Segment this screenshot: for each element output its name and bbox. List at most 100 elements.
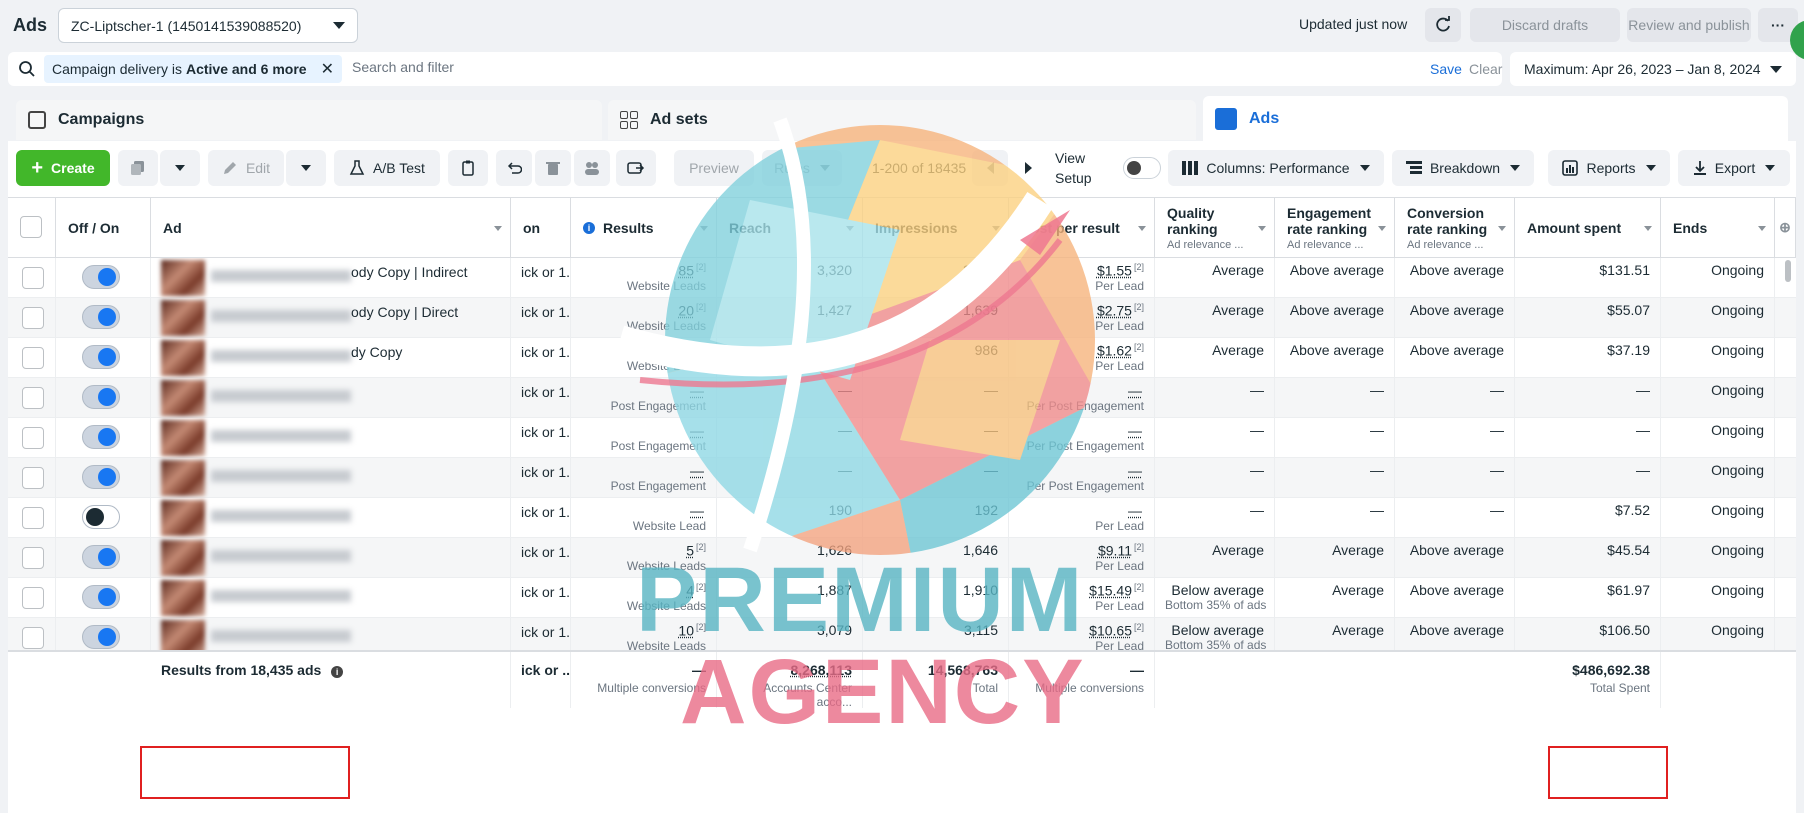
column-header-ends[interactable]: Ends <box>1661 198 1775 258</box>
account-select[interactable]: ZC-Liptscher-1 (1450141539088520) <box>58 8 358 43</box>
cpr-value[interactable]: $2.75 <box>1097 303 1132 319</box>
results-value[interactable]: — <box>690 423 704 439</box>
tab-campaigns[interactable]: Campaigns <box>16 100 602 140</box>
ab-test-button[interactable]: A/B Test <box>334 150 440 186</box>
rules-button[interactable]: Rules <box>762 150 842 186</box>
ad-toggle[interactable] <box>82 305 120 329</box>
ad-name-cell[interactable] <box>151 578 511 618</box>
filter-chip-campaign-delivery[interactable]: Campaign delivery is Active and 6 more ✕ <box>44 55 342 83</box>
column-header-conversion-ranking[interactable]: Conversion rate ranking Ad relevance ... <box>1395 198 1515 258</box>
ad-name-cell[interactable] <box>151 498 511 538</box>
next-page-button[interactable] <box>1010 150 1046 186</box>
duplicate-dropdown[interactable] <box>160 150 200 186</box>
table-row[interactable]: ick or 1...—Post Engagement———Per Post E… <box>8 418 1796 458</box>
column-header-engagement-ranking[interactable]: Engagement rate ranking Ad relevance ... <box>1275 198 1395 258</box>
ad-toggle[interactable] <box>82 265 120 289</box>
review-publish-button[interactable]: Review and publish <box>1627 8 1751 42</box>
select-all-checkbox[interactable] <box>20 216 42 238</box>
results-value[interactable]: 85 <box>678 263 694 279</box>
clipboard-button[interactable] <box>448 150 488 186</box>
reports-button[interactable]: Reports <box>1548 150 1670 186</box>
ad-name-cell[interactable] <box>151 378 511 418</box>
row-checkbox[interactable] <box>22 347 44 369</box>
breakdown-button[interactable]: Breakdown <box>1392 150 1534 186</box>
vertical-scrollbar[interactable] <box>1785 260 1791 282</box>
column-header-amount-spent[interactable]: Amount spent <box>1515 198 1661 258</box>
duplicate-button[interactable] <box>118 150 158 186</box>
save-filter-link[interactable]: Save <box>1430 61 1462 77</box>
column-header-results[interactable]: i Results <box>571 198 717 258</box>
row-checkbox[interactable] <box>22 507 44 529</box>
refresh-button[interactable] <box>1425 8 1461 42</box>
prev-page-button[interactable] <box>972 150 1008 186</box>
date-range-picker[interactable]: Maximum: Apr 26, 2023 – Jan 8, 2024 <box>1510 52 1796 86</box>
column-header-reach[interactable]: Reach <box>717 198 863 258</box>
ad-toggle[interactable] <box>82 465 120 489</box>
results-value[interactable]: 20 <box>678 303 694 319</box>
ad-toggle[interactable] <box>82 425 120 449</box>
table-row[interactable]: ody Copy | Directick or 1...20[2]Website… <box>8 298 1796 338</box>
cpr-value[interactable]: — <box>1128 383 1142 399</box>
delete-button[interactable] <box>535 150 571 186</box>
info-icon[interactable]: i <box>331 666 344 678</box>
row-checkbox[interactable] <box>22 587 44 609</box>
row-checkbox[interactable] <box>22 307 44 329</box>
cpr-value[interactable]: — <box>1128 503 1142 519</box>
columns-button[interactable]: Columns: Performance <box>1168 150 1384 186</box>
cpr-value[interactable]: $1.55 <box>1097 263 1132 279</box>
table-row[interactable]: dy Copyick or 1...23[2]Website Leads8879… <box>8 338 1796 378</box>
create-button[interactable]: + Create <box>16 150 110 186</box>
edit-dropdown[interactable] <box>286 150 326 186</box>
row-checkbox[interactable] <box>22 427 44 449</box>
row-checkbox[interactable] <box>22 387 44 409</box>
view-setup-toggle[interactable] <box>1123 157 1161 179</box>
cpr-value[interactable]: $1.62 <box>1097 343 1132 359</box>
row-checkbox[interactable] <box>22 467 44 489</box>
ad-toggle[interactable] <box>82 625 120 649</box>
table-row[interactable]: ody Copy | Indirectick or 1...85[2]Websi… <box>8 258 1796 298</box>
cpr-value[interactable]: $15.49 <box>1089 583 1132 599</box>
ad-name-cell[interactable]: ody Copy | Indirect <box>151 258 511 298</box>
close-icon[interactable]: ✕ <box>321 59 334 79</box>
ad-name-cell[interactable] <box>151 458 511 498</box>
cpr-value[interactable]: — <box>1128 423 1142 439</box>
preview-button[interactable]: Preview <box>674 150 754 186</box>
cpr-value[interactable]: — <box>1128 463 1142 479</box>
cpr-value[interactable]: $10.65 <box>1089 623 1132 639</box>
ad-name-cell[interactable] <box>151 418 511 458</box>
row-checkbox[interactable] <box>22 267 44 289</box>
column-header-quality-ranking[interactable]: Quality ranking Ad relevance ... <box>1155 198 1275 258</box>
table-row[interactable]: ick or 1...—Website Lead190192—Per Lead—… <box>8 498 1796 538</box>
ad-toggle[interactable] <box>82 505 120 529</box>
ad-name-cell[interactable]: dy Copy <box>151 338 511 378</box>
cpr-value[interactable]: $9.11 <box>1098 543 1132 559</box>
table-row[interactable]: ick or 1...—Post Engagement———Per Post E… <box>8 458 1796 498</box>
results-value[interactable]: — <box>690 503 704 519</box>
audience-button[interactable] <box>574 150 610 186</box>
tab-adsets[interactable]: Ad sets <box>608 100 1196 140</box>
share-button[interactable] <box>616 150 656 186</box>
results-value[interactable]: 23 <box>678 343 694 359</box>
edit-button[interactable]: Edit <box>208 150 284 186</box>
ad-name-cell[interactable]: ody Copy | Direct <box>151 298 511 338</box>
results-value[interactable]: — <box>690 383 704 399</box>
tab-ads[interactable]: Ads <box>1203 96 1788 142</box>
undo-button[interactable] <box>496 150 532 186</box>
row-checkbox[interactable] <box>22 627 44 649</box>
ad-toggle[interactable] <box>82 345 120 369</box>
discard-drafts-button[interactable]: Discard drafts <box>1470 8 1620 42</box>
ad-name-cell[interactable] <box>151 538 511 578</box>
clear-filter-link[interactable]: Clear <box>1469 61 1502 77</box>
search-input[interactable] <box>352 59 1052 75</box>
column-header-offon[interactable]: Off / On <box>56 198 151 258</box>
table-row[interactable]: ick or 1...—Post Engagement———Per Post E… <box>8 378 1796 418</box>
column-header-attribution[interactable]: on <box>511 198 571 258</box>
add-column-button[interactable]: ⊕ <box>1775 198 1796 258</box>
column-header-cost-per-result[interactable]: Cost per result <box>1009 198 1155 258</box>
export-button[interactable]: Export <box>1678 150 1790 186</box>
ad-toggle[interactable] <box>82 585 120 609</box>
row-checkbox[interactable] <box>22 547 44 569</box>
results-value[interactable]: — <box>690 463 704 479</box>
column-header-impressions[interactable]: Impressions <box>863 198 1009 258</box>
column-header-ad[interactable]: Ad <box>151 198 511 258</box>
